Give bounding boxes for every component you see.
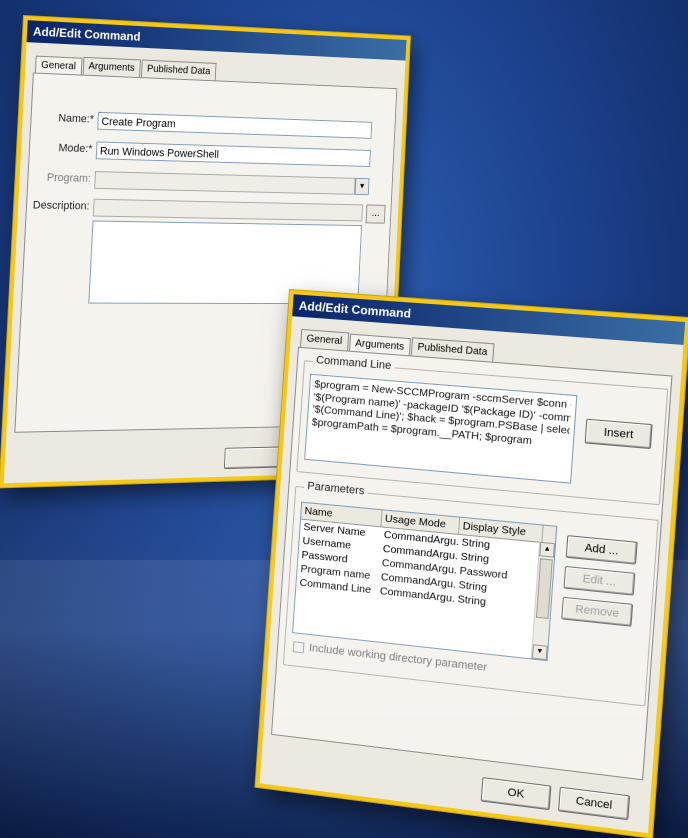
browse-button[interactable]: ... (365, 204, 386, 224)
insert-button[interactable]: Insert (584, 418, 653, 450)
program-select[interactable] (94, 171, 356, 195)
scroll-thumb[interactable] (535, 558, 553, 620)
mode-field[interactable]: Run Windows PowerShell (95, 141, 371, 167)
remove-button[interactable]: Remove (561, 596, 634, 627)
mode-label: Mode:* (58, 142, 93, 156)
scroll-down-icon[interactable]: ▼ (531, 644, 548, 661)
program-label: Program: (46, 171, 92, 185)
include-working-directory-checkbox[interactable] (292, 641, 305, 654)
ok-button[interactable]: OK (480, 777, 552, 811)
name-field[interactable]: Create Program (97, 111, 373, 139)
description-summary (92, 198, 364, 222)
parameters-group: Parameters Name Usage Mode Display Style… (282, 479, 659, 707)
description-label: Description: (32, 199, 90, 213)
add-button[interactable]: Add ... (565, 535, 638, 565)
add-edit-command-dialog-arguments: Add/Edit Command General Arguments Publi… (255, 290, 688, 838)
edit-button[interactable]: Edit ... (563, 565, 636, 596)
scroll-up-icon[interactable]: ▲ (539, 541, 556, 558)
parameters-list[interactable]: Name Usage Mode Display Style Server Nam… (292, 501, 558, 662)
command-line-group-title: Command Line (312, 353, 395, 373)
cancel-button[interactable]: Cancel (558, 786, 631, 821)
command-line-textarea[interactable]: $program = New-SCCMProgram -sccmServer $… (304, 373, 578, 484)
name-label: Name:* (58, 112, 95, 126)
chevron-down-icon[interactable]: ▼ (354, 177, 370, 196)
parameters-group-title: Parameters (303, 479, 368, 498)
dialog-title: Add/Edit Command (26, 20, 407, 61)
arguments-panel: Command Line $program = New-SCCMProgram … (271, 346, 673, 781)
